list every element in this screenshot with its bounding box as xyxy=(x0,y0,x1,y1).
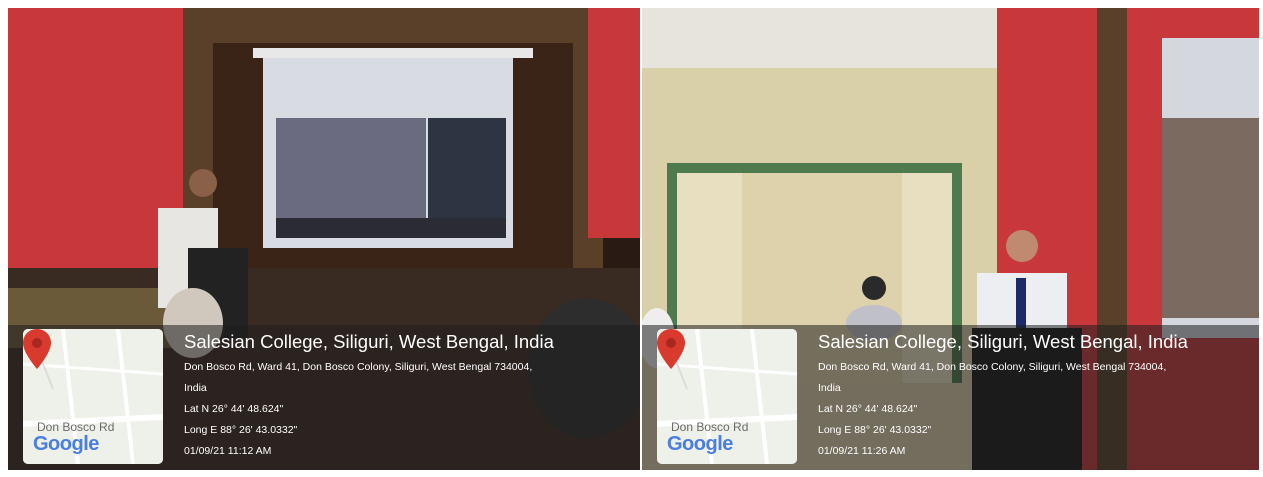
map-pin-icon xyxy=(23,329,51,369)
geotag-overlay: Don Bosco Rd Google Salesian College, Si… xyxy=(8,325,640,470)
location-title: Salesian College, Siliguri, West Bengal,… xyxy=(184,331,554,352)
google-logo: Google xyxy=(33,433,99,455)
map-road-label: Don Bosco Rd xyxy=(671,420,749,434)
location-title: Salesian College, Siliguri, West Bengal,… xyxy=(818,331,1188,352)
address-line-2: India xyxy=(818,382,841,394)
map-road-label: Don Bosco Rd xyxy=(37,420,115,434)
longitude: Long E 88° 26' 43.0332" xyxy=(818,424,932,436)
google-logo: Google xyxy=(667,433,733,455)
address-line-1: Don Bosco Rd, Ward 41, Don Bosco Colony,… xyxy=(818,361,1167,373)
geotagged-photo-left: Don Bosco Rd Google Salesian College, Si… xyxy=(8,8,640,470)
longitude: Long E 88° 26' 43.0332" xyxy=(184,424,298,436)
geotag-text: Salesian College, Siliguri, West Bengal,… xyxy=(184,331,554,462)
address-line-1: Don Bosco Rd, Ward 41, Don Bosco Colony,… xyxy=(184,361,533,373)
latitude: Lat N 26° 44' 48.624" xyxy=(184,403,284,415)
timestamp: 01/09/21 11:26 AM xyxy=(818,445,906,457)
mini-map: Don Bosco Rd Google xyxy=(657,329,797,464)
geotag-text: Salesian College, Siliguri, West Bengal,… xyxy=(818,331,1188,462)
geotag-overlay: Don Bosco Rd Google Salesian College, Si… xyxy=(642,325,1259,470)
address-line-2: India xyxy=(184,382,207,394)
map-pin-icon xyxy=(657,329,685,369)
timestamp: 01/09/21 11:12 AM xyxy=(184,445,272,457)
geotagged-photo-right: Don Bosco Rd Google Salesian College, Si… xyxy=(642,8,1259,470)
mini-map: Don Bosco Rd Google xyxy=(23,329,163,464)
latitude: Lat N 26° 44' 48.624" xyxy=(818,403,918,415)
